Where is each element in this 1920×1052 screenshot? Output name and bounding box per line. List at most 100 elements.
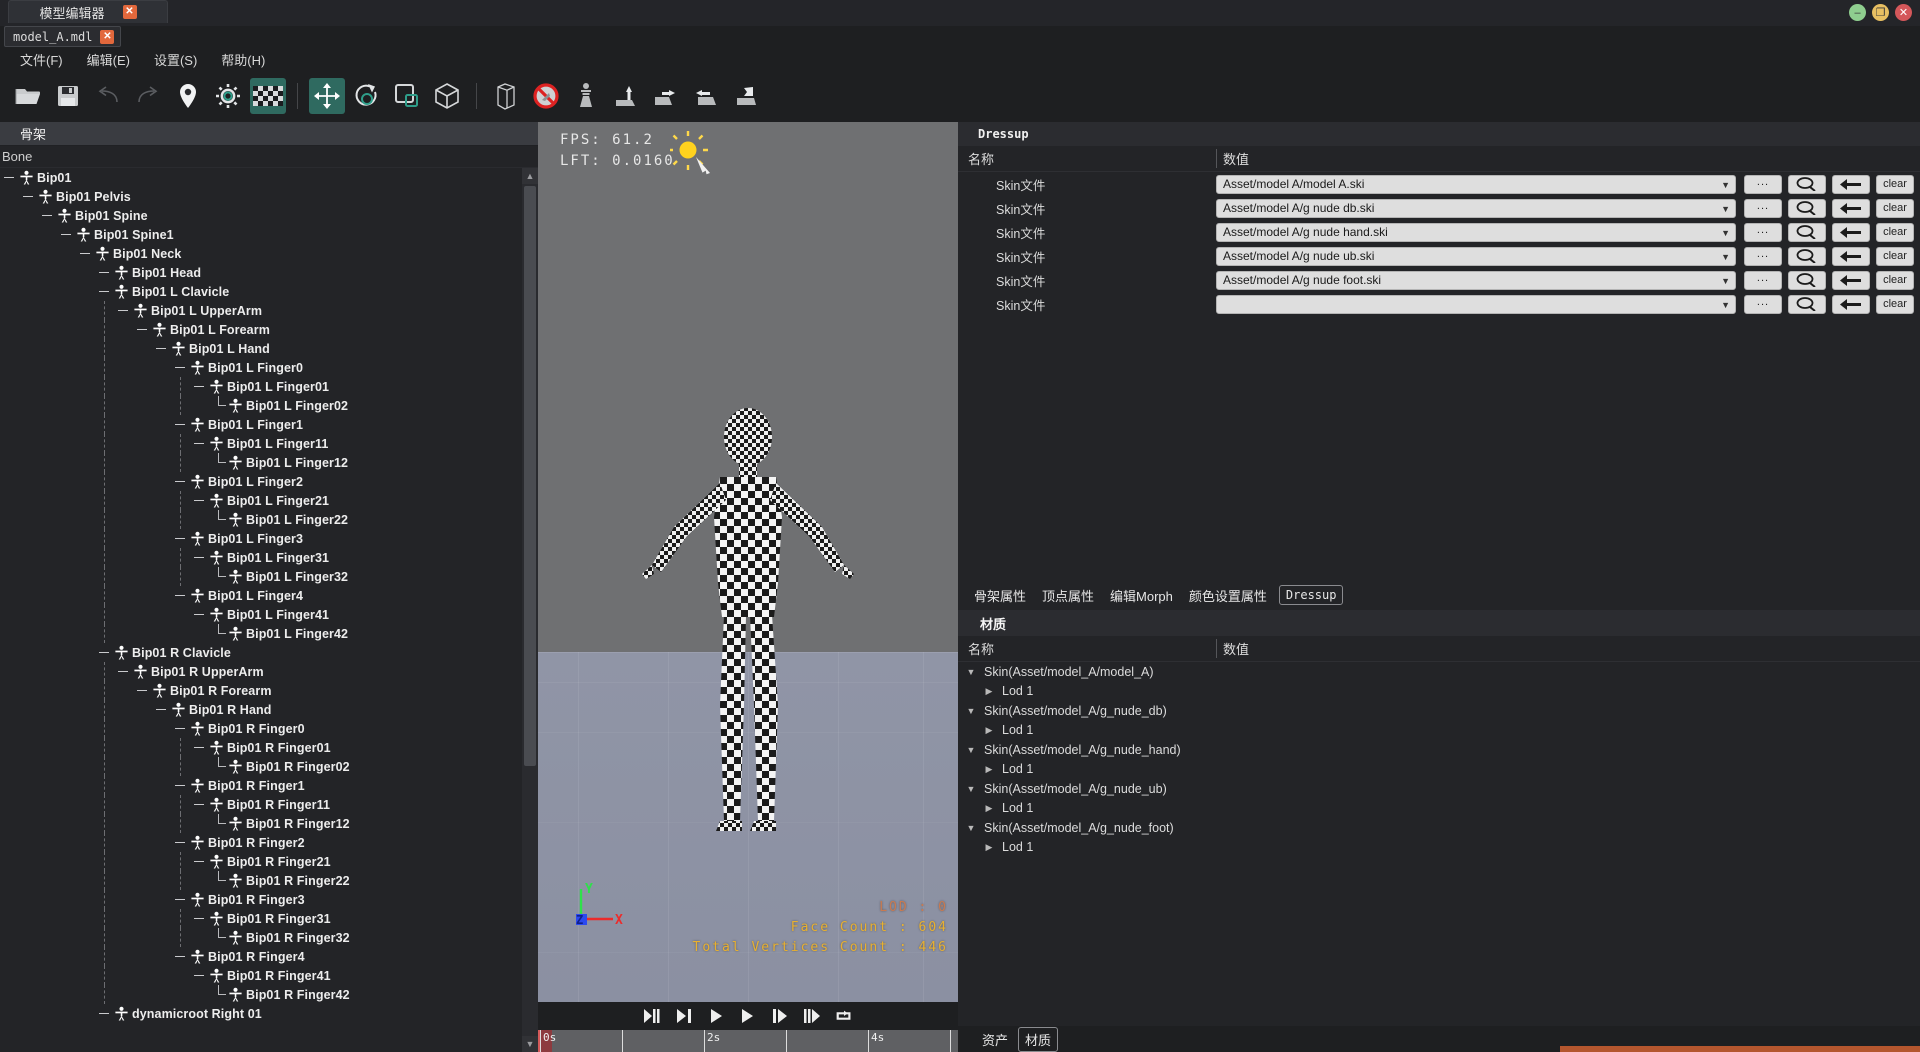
save-icon[interactable] (50, 78, 86, 114)
bone-tree-row[interactable]: Bip01 R Clavicle (0, 643, 522, 662)
step-back-button[interactable] (675, 1008, 693, 1024)
tab-dressup[interactable]: Dressup (1278, 585, 1344, 605)
find-icon[interactable] (1788, 246, 1826, 266)
pin-marker-icon[interactable] (170, 78, 206, 114)
skin-file-combo[interactable]: Asset/model A/g nude hand.ski ▼ (1216, 222, 1736, 242)
chevron-down-icon[interactable]: ▼ (964, 667, 978, 677)
bottom-tab-assets[interactable]: 资产 (978, 1028, 1012, 1051)
bone-tree-row[interactable]: Bip01 L Finger3 (0, 529, 522, 548)
pose-d-icon[interactable] (728, 78, 764, 114)
apply-icon[interactable] (1832, 174, 1870, 194)
bone-tree-row[interactable]: Bip01 R Finger32 (0, 928, 522, 947)
skin-file-combo[interactable]: Asset/model A/g nude ub.ski ▼ (1216, 246, 1736, 266)
bone-tree-row[interactable]: Bip01 L Finger32 (0, 567, 522, 586)
menu-edit[interactable]: 编辑(E) (75, 48, 142, 71)
clear-button[interactable]: clear (1876, 174, 1914, 194)
bone-tree-row[interactable]: Bip01 L Clavicle (0, 282, 522, 301)
document-tab-close-icon[interactable]: ✕ (100, 29, 115, 44)
pose-c-icon[interactable] (688, 78, 724, 114)
clear-button[interactable]: clear (1876, 246, 1914, 266)
bone-tree-row[interactable]: Bip01 L Finger21 (0, 491, 522, 510)
minimize-button[interactable]: – (1849, 4, 1866, 21)
bone-tree-row[interactable]: Bip01 L Finger31 (0, 548, 522, 567)
clear-button[interactable]: clear (1876, 198, 1914, 218)
no-entry-icon[interactable] (528, 78, 564, 114)
clear-button[interactable]: clear (1876, 294, 1914, 314)
apply-icon[interactable] (1832, 294, 1870, 314)
find-icon[interactable] (1788, 174, 1826, 194)
find-icon[interactable] (1788, 198, 1826, 218)
bone-tree-row[interactable]: Bip01 R Finger22 (0, 871, 522, 890)
window-tab-close-icon[interactable]: ✕ (122, 5, 137, 19)
character-model[interactable] (608, 407, 888, 842)
bone-tree-row[interactable]: Bip01 Neck (0, 244, 522, 263)
find-icon[interactable] (1788, 270, 1826, 290)
bone-tree-row[interactable]: Bip01 Pelvis (0, 187, 522, 206)
bone-tree[interactable]: Bip01 Bip01 Pelvis Bip01 Spine Bip01 Spine1… (0, 168, 522, 1052)
move-gizmo-icon[interactable] (309, 78, 345, 114)
bone-tree-row[interactable]: Bip01 R Finger41 (0, 966, 522, 985)
browse-button[interactable]: ... (1744, 222, 1782, 242)
material-row[interactable]: ▶ Lod 1 (958, 838, 1920, 858)
bone-tree-row[interactable]: Bip01 L UpperArm (0, 301, 522, 320)
bone-tree-row[interactable]: Bip01 R Finger12 (0, 814, 522, 833)
tab-edit-morph[interactable]: 编辑Morph (1106, 584, 1177, 607)
bone-tree-row[interactable]: Bip01 R Finger42 (0, 985, 522, 1004)
chevron-right-icon[interactable]: ▶ (982, 803, 996, 814)
apply-icon[interactable] (1832, 222, 1870, 242)
maximize-button[interactable]: ❐ (1872, 4, 1889, 21)
bone-tree-row[interactable]: Bip01 R Finger1 (0, 776, 522, 795)
pawn-icon[interactable] (568, 78, 604, 114)
chevron-right-icon[interactable]: ▶ (982, 686, 996, 697)
browse-button[interactable]: ... (1744, 198, 1782, 218)
find-icon[interactable] (1788, 294, 1826, 314)
bone-tree-row[interactable]: Bip01 R Finger4 (0, 947, 522, 966)
tab-color-settings[interactable]: 颜色设置属性 (1185, 584, 1271, 607)
window-title-tab[interactable]: 模型编辑器 ✕ (8, 0, 168, 23)
scrollbar-thumb[interactable] (524, 186, 536, 766)
clear-button[interactable]: clear (1876, 270, 1914, 290)
bottom-tab-material[interactable]: 材质 (1018, 1026, 1059, 1052)
material-row[interactable]: ▼ Skin(Asset/model_A/g_nude_ub) (958, 779, 1920, 799)
apply-icon[interactable] (1832, 246, 1870, 266)
bone-tree-row[interactable]: Bip01 R UpperArm (0, 662, 522, 681)
bone-tree-row[interactable]: Bip01 R Finger31 (0, 909, 522, 928)
redo-icon[interactable] (130, 78, 166, 114)
material-row[interactable]: ▼ Skin(Asset/model_A/g_nude_db) (958, 701, 1920, 721)
bone-tree-row[interactable]: Bip01 L Finger11 (0, 434, 522, 453)
material-row[interactable]: ▶ Lod 1 (958, 760, 1920, 780)
open-folder-icon[interactable] (10, 78, 46, 114)
document-tab-model-a[interactable]: model_A.mdl ✕ (4, 26, 122, 47)
scroll-up-icon[interactable]: ▲ (522, 168, 538, 184)
menu-settings[interactable]: 设置(S) (142, 48, 209, 71)
bone-tree-row[interactable]: Bip01 Head (0, 263, 522, 282)
skin-file-combo[interactable]: Asset/model A/model A.ski ▼ (1216, 174, 1736, 194)
bone-tree-scrollbar[interactable]: ▲ ▼ (522, 168, 538, 1052)
step-back-all-button[interactable] (643, 1008, 661, 1024)
chevron-right-icon[interactable]: ▶ (982, 725, 996, 736)
cube-icon[interactable] (429, 78, 465, 114)
skin-file-combo[interactable]: Asset/model A/g nude db.ski ▼ (1216, 198, 1736, 218)
3d-viewport[interactable]: FPS: 61.2 LFT: 0.0160 Y X Z LOD: 0 Face… (538, 122, 958, 1002)
browse-button[interactable]: ... (1744, 174, 1782, 194)
undo-icon[interactable] (90, 78, 126, 114)
bone-tree-row[interactable]: Bip01 R Finger01 (0, 738, 522, 757)
apply-icon[interactable] (1832, 270, 1870, 290)
sun-light-gizmo-icon[interactable] (668, 130, 730, 195)
pose-b-icon[interactable] (648, 78, 684, 114)
chevron-down-icon[interactable]: ▼ (964, 823, 978, 833)
step-forward-button[interactable] (771, 1008, 789, 1024)
bone-tree-row[interactable]: Bip01 L Finger2 (0, 472, 522, 491)
material-row[interactable]: ▶ Lod 1 (958, 721, 1920, 741)
browse-button[interactable]: ... (1744, 294, 1782, 314)
bone-tree-row[interactable]: Bip01 L Finger02 (0, 396, 522, 415)
bone-tree-row[interactable]: Bip01 R Hand (0, 700, 522, 719)
bone-tree-row[interactable]: Bip01 R Finger0 (0, 719, 522, 738)
bone-tree-row[interactable]: Bip01 R Finger2 (0, 833, 522, 852)
timeline-ruler[interactable]: 0s 2s 4s (538, 1030, 958, 1052)
bone-tree-row[interactable]: Bip01 L Finger4 (0, 586, 522, 605)
bone-tree-row[interactable]: Bip01 L Finger41 (0, 605, 522, 624)
chevron-down-icon[interactable]: ▼ (964, 745, 978, 755)
bone-tree-row[interactable]: Bip01 L Finger42 (0, 624, 522, 643)
skin-file-combo[interactable]: ▼ (1216, 294, 1736, 314)
